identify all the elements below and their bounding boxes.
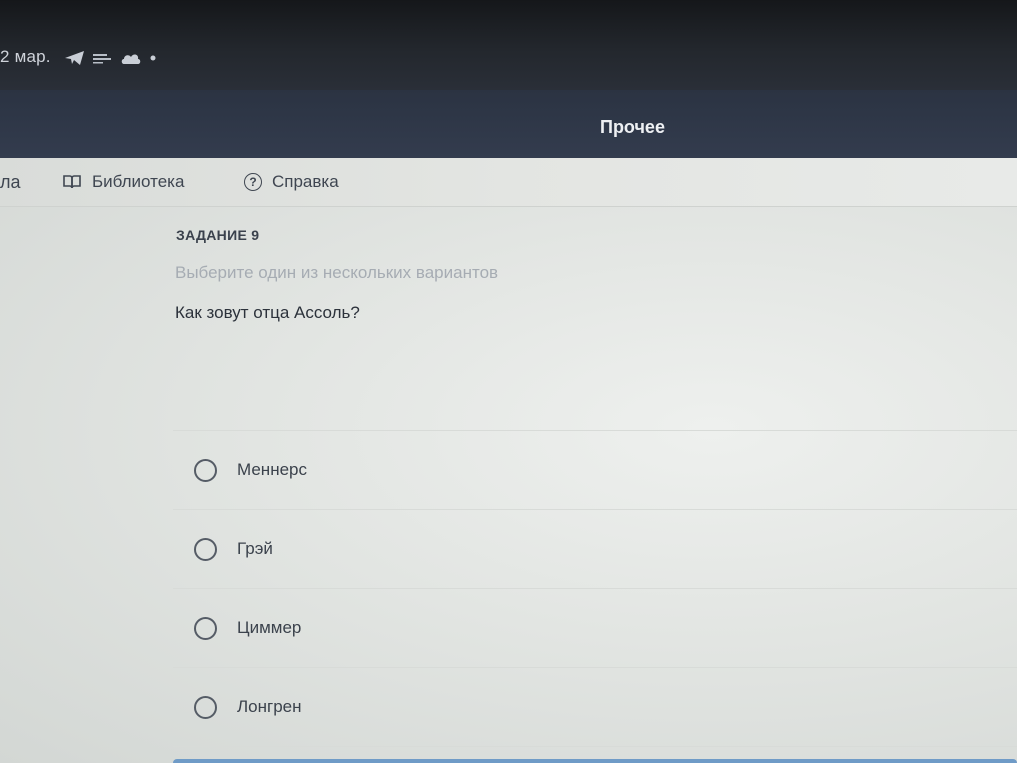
task-hint: Выберите один из нескольких вариантов	[175, 263, 499, 282]
telegram-icon	[65, 51, 84, 65]
screen: 2 мар. Прочее ла Библиотека ? Справка ЗА…	[0, 0, 1017, 763]
more-menu-button[interactable]: Прочее	[600, 117, 665, 138]
status-icons	[64, 50, 158, 66]
nav-item-library[interactable]: Библиотека	[62, 158, 184, 206]
answer-option-label: Лонгрен	[237, 697, 302, 716]
answer-options: Меннерс Грэй Циммер Лонгрен	[173, 430, 1017, 747]
submit-button-edge[interactable]	[173, 759, 1017, 763]
status-bar: 2 мар.	[0, 0, 1017, 90]
task-content: ЗАДАНИЕ 9 Выберите один из нескольких ва…	[0, 207, 1017, 763]
radio-button[interactable]	[194, 695, 217, 719]
app-header: Прочее	[0, 90, 1017, 158]
status-date: 2 мар.	[0, 47, 51, 66]
nav-item-help-label: Справка	[272, 172, 339, 191]
nav-item-partial-label: ла	[0, 171, 21, 192]
nav-item-library-label: Библиотека	[92, 172, 185, 191]
answer-option-label: Циммер	[237, 618, 302, 637]
help-icon: ?	[244, 173, 262, 191]
answer-option[interactable]: Грэй	[173, 509, 1017, 588]
book-icon	[63, 175, 81, 189]
radio-button[interactable]	[194, 616, 217, 640]
nav-item-help[interactable]: ? Справка	[244, 158, 339, 206]
cloud-icon	[121, 54, 141, 64]
network-icon	[93, 54, 111, 64]
answer-option[interactable]: Меннерс	[173, 430, 1017, 509]
task-question: Как зовут отца Ассоль?	[175, 303, 360, 322]
radio-button[interactable]	[194, 458, 217, 482]
answer-option[interactable]: Лонгрен	[173, 667, 1017, 747]
nav-item-partial[interactable]: ла	[0, 158, 21, 206]
radio-button[interactable]	[194, 537, 217, 561]
answer-option-label: Грэй	[237, 539, 273, 558]
answer-option[interactable]: Циммер	[173, 588, 1017, 667]
sub-navigation: ла Библиотека ? Справка	[0, 158, 1017, 207]
answer-option-label: Меннерс	[237, 460, 307, 479]
dot-icon	[150, 55, 156, 61]
task-number: ЗАДАНИЕ 9	[176, 227, 260, 243]
